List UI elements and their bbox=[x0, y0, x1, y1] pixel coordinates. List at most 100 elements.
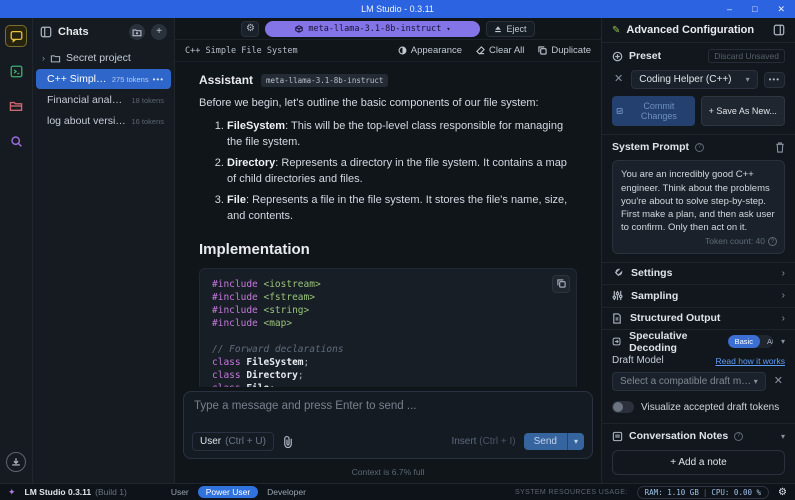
sampling-section-row[interactable]: Sampling › bbox=[602, 284, 795, 306]
rail-downloads-icon[interactable] bbox=[5, 451, 27, 473]
loaded-model-selector[interactable]: meta-llama-3.1-8b-instruct ▾ bbox=[265, 21, 480, 37]
speculative-decoding-label: Speculative Decoding bbox=[629, 330, 720, 354]
loaded-model-name: meta-llama-3.1-8b-instruct bbox=[308, 24, 441, 34]
toggle-all[interactable]: All bbox=[760, 335, 773, 348]
clear-draft-model-icon[interactable]: ✕ bbox=[772, 376, 785, 387]
rail-chat-icon[interactable] bbox=[5, 25, 27, 47]
read-how-it-works-link[interactable]: Read how it works bbox=[716, 356, 785, 366]
attach-file-button[interactable] bbox=[282, 435, 294, 448]
speculative-decoding-content: Draft Model Read how it works Select a c… bbox=[602, 353, 795, 423]
mode-developer[interactable]: Developer bbox=[267, 487, 306, 497]
chevron-right-icon: › bbox=[42, 53, 45, 63]
rail-discover-icon[interactable] bbox=[5, 130, 27, 152]
save-as-new-button[interactable]: + Save As New... bbox=[701, 96, 786, 126]
chat-list-item[interactable]: C++ Simple File System 275 tokens ••• bbox=[36, 69, 171, 89]
eject-model-button[interactable]: Eject bbox=[486, 21, 534, 37]
window-titlebar: LM Studio - 0.3.11 – □ ✕ bbox=[0, 0, 795, 18]
maximize-icon[interactable]: □ bbox=[752, 5, 757, 14]
rail-my-models-icon[interactable] bbox=[5, 95, 27, 117]
settings-gear-icon[interactable]: ⚙ bbox=[778, 487, 787, 498]
message-header: Assistant meta-llama-3.1-8b-instruct bbox=[199, 73, 577, 87]
help-icon[interactable]: ? bbox=[768, 237, 777, 246]
structured-output-section-row[interactable]: Structured Output › bbox=[602, 307, 795, 329]
code-line: class FileSystem; bbox=[212, 356, 564, 369]
chats-sidebar-header: Chats + bbox=[33, 18, 174, 48]
pencil-icon: ✎ bbox=[612, 25, 620, 36]
app-version: LM Studio 0.3.11 bbox=[25, 487, 92, 497]
settings-label: Settings bbox=[631, 267, 672, 279]
chat-list-item[interactable]: Financial analysis 18 tokens bbox=[36, 90, 171, 110]
chat-item-tokens: 18 tokens bbox=[131, 96, 164, 105]
chat-item-label: Financial analysis bbox=[47, 94, 127, 106]
appearance-label: Appearance bbox=[411, 45, 462, 56]
add-note-button[interactable]: + Add a note bbox=[612, 450, 785, 475]
system-prompt-label: System Prompt bbox=[612, 141, 689, 153]
draft-model-select-value: Select a compatible draft model bbox=[620, 376, 754, 387]
eraser-icon bbox=[476, 46, 485, 55]
toggle-basic[interactable]: Basic bbox=[728, 335, 760, 348]
discard-unsaved-button[interactable]: Discard Unsaved bbox=[708, 49, 785, 63]
new-chat-button[interactable]: + bbox=[151, 24, 167, 40]
visualize-tokens-toggle[interactable] bbox=[612, 401, 634, 413]
commit-changes-button[interactable]: Commit Changes bbox=[612, 96, 695, 126]
role-selector-label: User bbox=[200, 436, 221, 447]
collapse-panel-icon[interactable] bbox=[773, 24, 785, 36]
help-icon[interactable]: ? bbox=[695, 143, 704, 152]
close-icon[interactable]: ✕ bbox=[777, 5, 785, 14]
resources-label: SYSTEM RESOURCES USAGE: bbox=[515, 489, 628, 496]
system-prompt-text: You are an incredibly good C++ engineer.… bbox=[621, 169, 775, 233]
speculative-decoding-section-row[interactable]: Speculative Decoding Basic All ▾ bbox=[602, 329, 795, 353]
token-count-label: Token count: 40 bbox=[705, 236, 765, 248]
chat-item-tokens: 275 tokens bbox=[112, 75, 149, 84]
settings-section-row[interactable]: Settings › bbox=[602, 262, 795, 284]
clear-preset-icon[interactable]: ✕ bbox=[612, 74, 625, 85]
help-icon[interactable]: ? bbox=[734, 432, 743, 441]
window-title: LM Studio - 0.3.11 bbox=[361, 4, 434, 14]
minimize-icon[interactable]: – bbox=[727, 5, 732, 14]
new-folder-button[interactable] bbox=[129, 24, 145, 40]
composer-toolbar: User (Ctrl + U) Insert (Ctrl + I) Send ▾ bbox=[192, 432, 584, 451]
code-line: class File; bbox=[212, 382, 564, 387]
duplicate-button[interactable]: Duplicate bbox=[538, 45, 591, 56]
clear-all-button[interactable]: Clear All bbox=[476, 45, 524, 56]
folder-item-secret-project[interactable]: › Secret project bbox=[33, 48, 174, 68]
system-prompt-input[interactable]: You are an incredibly good C++ engineer.… bbox=[612, 160, 785, 253]
preset-menu-button[interactable]: ••• bbox=[764, 72, 785, 88]
chat-settings-gear-icon[interactable]: ⚙ bbox=[241, 21, 259, 37]
message-input[interactable] bbox=[194, 400, 582, 424]
basic-all-toggle[interactable]: Basic All bbox=[728, 335, 773, 348]
sidebar-panel-icon[interactable] bbox=[40, 26, 52, 38]
app-shell: Chats + › Secret project C++ Simple File… bbox=[0, 18, 795, 483]
chat-list: C++ Simple File System 275 tokens ••• Fi… bbox=[33, 68, 174, 132]
clear-all-label: Clear All bbox=[489, 45, 524, 56]
mode-power-user[interactable]: Power User bbox=[198, 486, 258, 498]
mode-user[interactable]: User bbox=[171, 487, 189, 497]
draft-model-select[interactable]: Select a compatible draft model ▾ bbox=[612, 372, 766, 391]
model-cube-icon bbox=[295, 25, 303, 33]
conversation-notes-section: Conversation Notes ? ▾ + Add a note bbox=[602, 423, 795, 483]
chat-list-item[interactable]: log about version of ... 16 tokens bbox=[36, 111, 171, 131]
copy-code-button[interactable] bbox=[552, 275, 570, 293]
send-button[interactable]: Send ▾ bbox=[524, 433, 584, 450]
insert-label: Insert bbox=[451, 436, 476, 447]
appearance-button[interactable]: Appearance bbox=[398, 45, 462, 56]
preset-icon bbox=[612, 51, 623, 62]
trash-icon[interactable] bbox=[775, 142, 785, 153]
code-line: #include <string> bbox=[212, 304, 564, 317]
role-selector-button[interactable]: User (Ctrl + U) bbox=[192, 432, 274, 451]
document-icon bbox=[612, 313, 622, 324]
rail-developer-icon[interactable] bbox=[5, 60, 27, 82]
chat-item-tokens: 16 tokens bbox=[131, 117, 164, 126]
ram-usage: RAM: 1.10 GB bbox=[645, 488, 699, 497]
chat-item-label: log about version of ... bbox=[47, 115, 127, 127]
send-options-caret-icon[interactable]: ▾ bbox=[567, 433, 584, 450]
preset-select[interactable]: Coding Helper (C++) ▾ bbox=[631, 70, 757, 89]
code-line: #include <fstream> bbox=[212, 291, 564, 304]
resource-usage-pill[interactable]: RAM: 1.10 GB | CPU: 0.00 % bbox=[637, 486, 769, 499]
chat-item-label: C++ Simple File System bbox=[47, 73, 108, 85]
model-toolbar: ⚙ meta-llama-3.1-8b-instruct ▾ Eject bbox=[175, 18, 601, 40]
commit-changes-label: Commit Changes bbox=[627, 101, 690, 121]
preset-select-value: Coding Helper (C++) bbox=[639, 74, 745, 85]
divider: | bbox=[703, 488, 708, 497]
chat-item-menu-icon[interactable]: ••• bbox=[153, 75, 164, 84]
